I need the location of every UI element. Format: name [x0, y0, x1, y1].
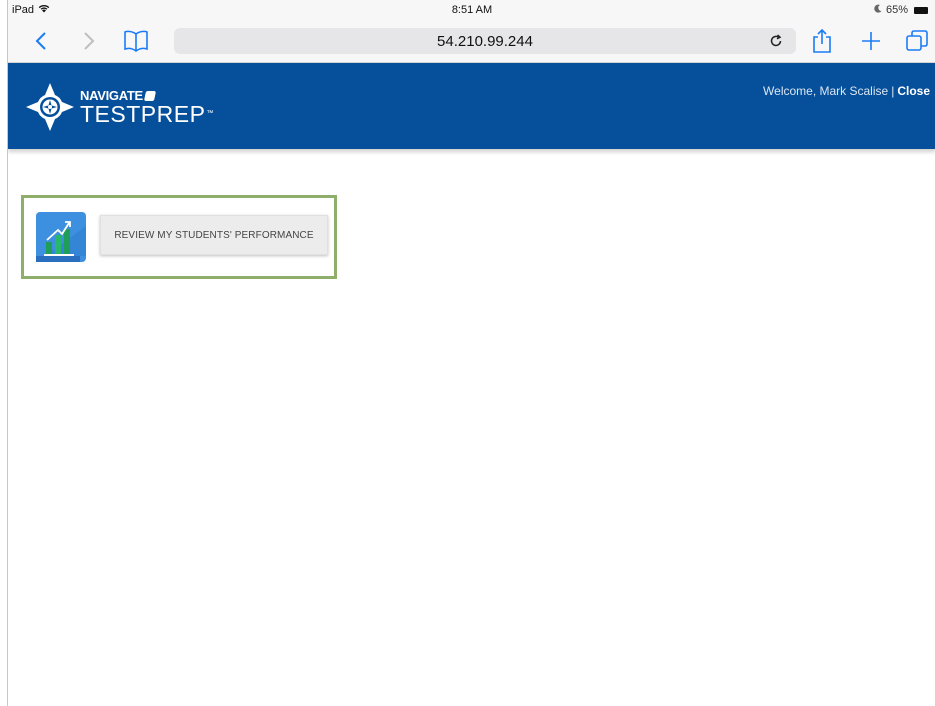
- highlighted-action-box: REVIEW MY STUDENTS' PERFORMANCE: [21, 195, 337, 279]
- navigate-testprep-logo[interactable]: NAVIGATE TESTPREP™: [24, 81, 214, 133]
- url-text: 54.210.99.244: [437, 33, 533, 50]
- back-chevron-icon[interactable]: [26, 26, 56, 56]
- plus-icon[interactable]: [856, 26, 886, 56]
- forward-chevron-icon[interactable]: [74, 26, 104, 56]
- welcome-bar: Welcome, Mark Scalise | Close: [763, 84, 930, 98]
- close-link[interactable]: Close: [897, 84, 930, 98]
- site-header: NAVIGATE TESTPREP™ Welcome, Mark Scalise…: [8, 63, 935, 149]
- review-students-performance-button[interactable]: REVIEW MY STUDENTS' PERFORMANCE: [100, 215, 328, 255]
- status-right: 65%: [874, 4, 928, 16]
- bookmarks-book-icon[interactable]: [121, 26, 151, 56]
- welcome-separator: |: [891, 84, 895, 98]
- bar-chart-app-icon[interactable]: [36, 212, 86, 262]
- logo-badge-icon: [143, 90, 156, 101]
- browser-window: iPad 8:51 AM 65% 54.210.99.244 NAVIGATE …: [7, 0, 935, 706]
- tabs-icon[interactable]: [902, 26, 932, 56]
- logo-line2: TESTPREP™: [80, 102, 214, 126]
- reload-icon[interactable]: [766, 31, 786, 51]
- logo-trademark: ™: [206, 110, 214, 117]
- browser-toolbar: 54.210.99.244: [8, 20, 935, 63]
- battery-percent: 65%: [885, 4, 908, 16]
- compass-logo-icon: [26, 83, 74, 131]
- status-time: 8:51 AM: [451, 4, 493, 16]
- welcome-text: Welcome, Mark Scalise: [763, 84, 889, 98]
- battery-icon: [914, 6, 928, 14]
- logo-text: NAVIGATE TESTPREP™: [80, 88, 214, 126]
- address-bar[interactable]: 54.210.99.244: [174, 28, 796, 54]
- moon-icon: [874, 4, 882, 16]
- logo-testprep: TESTPREP: [80, 101, 206, 127]
- status-bar: iPad 8:51 AM 65%: [8, 0, 935, 20]
- share-icon[interactable]: [807, 26, 837, 56]
